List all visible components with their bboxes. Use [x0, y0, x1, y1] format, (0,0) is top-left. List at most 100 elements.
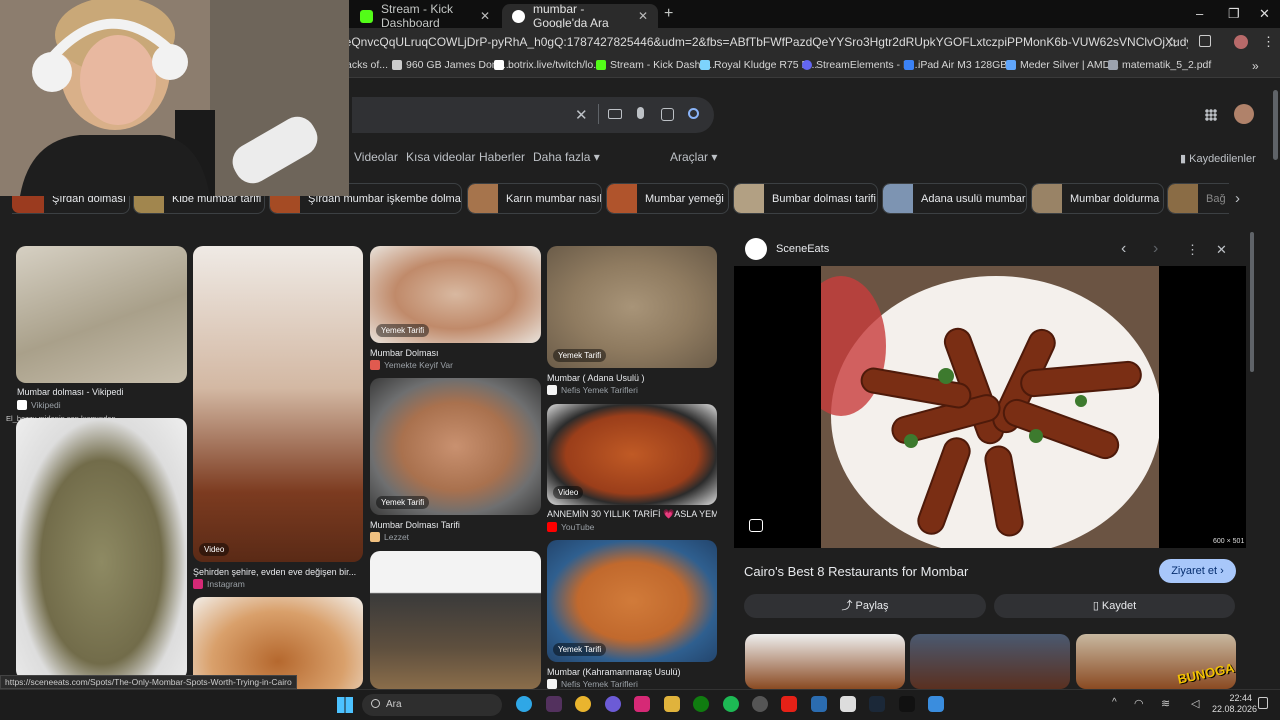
- result-title[interactable]: ANNEMİN 30 YILLIK TARİFİ 💗ASLA YEME...: [547, 509, 717, 520]
- app-icon[interactable]: [928, 696, 944, 712]
- saved-button[interactable]: ▮ Kaydedilenler: [1180, 152, 1256, 165]
- close-window-button[interactable]: ✕: [1259, 6, 1270, 22]
- close-panel-icon[interactable]: ✕: [1216, 242, 1227, 258]
- bookmarks-more-button[interactable]: »: [1252, 59, 1259, 73]
- result-image[interactable]: Yemek Tarifi: [547, 246, 717, 368]
- bookmark-item[interactable]: Meder Silver | AMD...: [1006, 59, 1119, 71]
- address-bar[interactable]: beQnvcQqULruqCOWLjDrP-pyRhA_h0gQ:1787427…: [338, 31, 1188, 53]
- tab-kick-dashboard[interactable]: Stream - Kick Dashboard ✕: [350, 2, 500, 30]
- result-image[interactable]: [16, 246, 187, 383]
- result-image[interactable]: [16, 418, 187, 680]
- panel-scrollbar[interactable]: [1250, 232, 1254, 372]
- result-image[interactable]: Yemek Tarifi: [547, 540, 717, 662]
- tab-videos[interactable]: Videolar: [354, 150, 398, 164]
- result-image[interactable]: Video: [193, 246, 363, 562]
- clear-search-icon[interactable]: ✕: [575, 106, 588, 124]
- maximize-button[interactable]: ❐: [1228, 6, 1240, 22]
- chip-adana-usulu[interactable]: Adana usulü mumbar: [882, 183, 1027, 214]
- tab-short-videos[interactable]: Kısa videolar: [406, 150, 475, 164]
- bookmark-item[interactable]: iPad Air M3 128GB...: [904, 59, 1016, 71]
- result-image[interactable]: Yemek Tarifi: [370, 378, 541, 515]
- menu-icon[interactable]: ⋮: [1262, 34, 1275, 50]
- save-button[interactable]: ▯ Kaydet: [994, 594, 1235, 618]
- new-tab-button[interactable]: +: [664, 5, 673, 23]
- next-icon[interactable]: ›: [1153, 240, 1158, 258]
- bookmark-item[interactable]: Stream - Kick Dashb...: [596, 59, 715, 71]
- search-icon[interactable]: [688, 108, 699, 119]
- related-image[interactable]: [745, 634, 905, 689]
- bookmark-item[interactable]: acks of...: [346, 59, 388, 71]
- visit-button[interactable]: Ziyaret et ›: [1159, 559, 1236, 583]
- tab-more[interactable]: Daha fazla ▾: [533, 150, 600, 164]
- tools-button[interactable]: Araçlar ▾: [670, 150, 717, 164]
- folder-icon[interactable]: [664, 696, 680, 712]
- spotify-icon[interactable]: [723, 696, 739, 712]
- youtube-icon[interactable]: [781, 696, 797, 712]
- panel-title[interactable]: Cairo's Best 8 Restaurants for Mombar: [744, 564, 968, 579]
- bookmark-star-icon[interactable]: ☆: [1166, 34, 1179, 51]
- app-icon[interactable]: [546, 696, 562, 712]
- share-button[interactable]: ⤴ Paylaş: [744, 594, 986, 618]
- result-title[interactable]: Mumbar ( Adana Usulü ): [547, 373, 645, 383]
- page-scrollbar[interactable]: [1273, 90, 1278, 160]
- clock-time[interactable]: 22:44: [1224, 693, 1252, 703]
- steam-icon[interactable]: [869, 696, 885, 712]
- bookmark-item[interactable]: Royal Kludge R75 B...: [700, 59, 817, 71]
- discord-icon[interactable]: [605, 696, 621, 712]
- chip-more[interactable]: Bağ: [1167, 183, 1229, 214]
- more-options-icon[interactable]: ⋮: [1186, 242, 1199, 258]
- result-image[interactable]: Video: [547, 404, 717, 505]
- tray-chevron-icon[interactable]: ^: [1112, 697, 1117, 708]
- result-title[interactable]: Mumbar (Kahramanmaraş Usulü): [547, 667, 681, 677]
- bookmark-item[interactable]: matematik_5_2.pdf: [1108, 59, 1211, 71]
- panel-site-name[interactable]: SceneEats: [776, 243, 829, 255]
- chip-mumbar-yemegi[interactable]: Mumbar yemeği: [606, 183, 729, 214]
- volume-icon[interactable]: ◁: [1191, 697, 1199, 710]
- previous-icon[interactable]: ‹: [1121, 240, 1126, 258]
- google-icon: [512, 9, 525, 23]
- related-image[interactable]: [910, 634, 1070, 689]
- apps-grid-icon[interactable]: [1205, 109, 1217, 121]
- chip-mumbar-doldurma[interactable]: Mumbar doldurma: [1031, 183, 1164, 214]
- result-image[interactable]: [370, 551, 541, 689]
- network-icon[interactable]: ◠: [1134, 697, 1144, 710]
- result-image[interactable]: Yemek Tarifi: [370, 246, 541, 343]
- account-avatar[interactable]: [1234, 104, 1254, 124]
- clock-date[interactable]: 22.08.2026: [1212, 704, 1257, 714]
- lens-icon[interactable]: [749, 519, 763, 532]
- xbox-icon[interactable]: [693, 696, 709, 712]
- close-tab-icon[interactable]: ✕: [638, 9, 648, 23]
- bookmark-item[interactable]: botrix.live/twitch/lo...: [494, 59, 602, 71]
- result-title[interactable]: Mumbar dolması - Vikipedi: [17, 387, 123, 397]
- taskbar-search[interactable]: Ara: [362, 694, 502, 716]
- microphone-icon[interactable]: [637, 107, 644, 119]
- app-icon[interactable]: [811, 696, 827, 712]
- keyboard-icon[interactable]: [608, 109, 622, 119]
- minimize-button[interactable]: –: [1196, 6, 1203, 21]
- preview-image[interactable]: [821, 266, 1159, 548]
- related-image[interactable]: [1076, 634, 1236, 689]
- instagram-icon[interactable]: [634, 696, 650, 712]
- app-icon[interactable]: [840, 696, 856, 712]
- app-icon[interactable]: [752, 696, 768, 712]
- tab-news[interactable]: Haberler: [479, 150, 525, 164]
- tiktok-icon[interactable]: [899, 696, 915, 712]
- wifi-icon[interactable]: ≋: [1161, 697, 1170, 710]
- edge-icon[interactable]: [516, 696, 532, 712]
- lens-icon[interactable]: [661, 108, 674, 121]
- chip-bumbar-dolmasi[interactable]: Bumbar dolması tarifi: [733, 183, 878, 214]
- start-icon[interactable]: [337, 697, 353, 713]
- chip-karin-mumbar[interactable]: Karın mumbar nasıl: [467, 183, 602, 214]
- chevron-right-icon[interactable]: ›: [1235, 190, 1240, 207]
- extensions-icon[interactable]: [1199, 35, 1211, 47]
- bookmark-item[interactable]: StreamElements - M...: [802, 59, 920, 71]
- chrome-icon[interactable]: [575, 696, 591, 712]
- tab-google-search[interactable]: mumbar - Google'da Ara ✕: [502, 2, 658, 30]
- notification-icon[interactable]: [1258, 697, 1268, 709]
- profile-avatar[interactable]: [1234, 35, 1248, 49]
- close-tab-icon[interactable]: ✕: [480, 9, 490, 23]
- result-title[interactable]: Mumbar Dolması: [370, 348, 439, 358]
- result-title[interactable]: Mumbar Dolması Tarifi: [370, 520, 460, 530]
- search-input[interactable]: [352, 97, 714, 133]
- result-title[interactable]: Şehirden şehire, evden eve değişen bir..…: [193, 567, 363, 577]
